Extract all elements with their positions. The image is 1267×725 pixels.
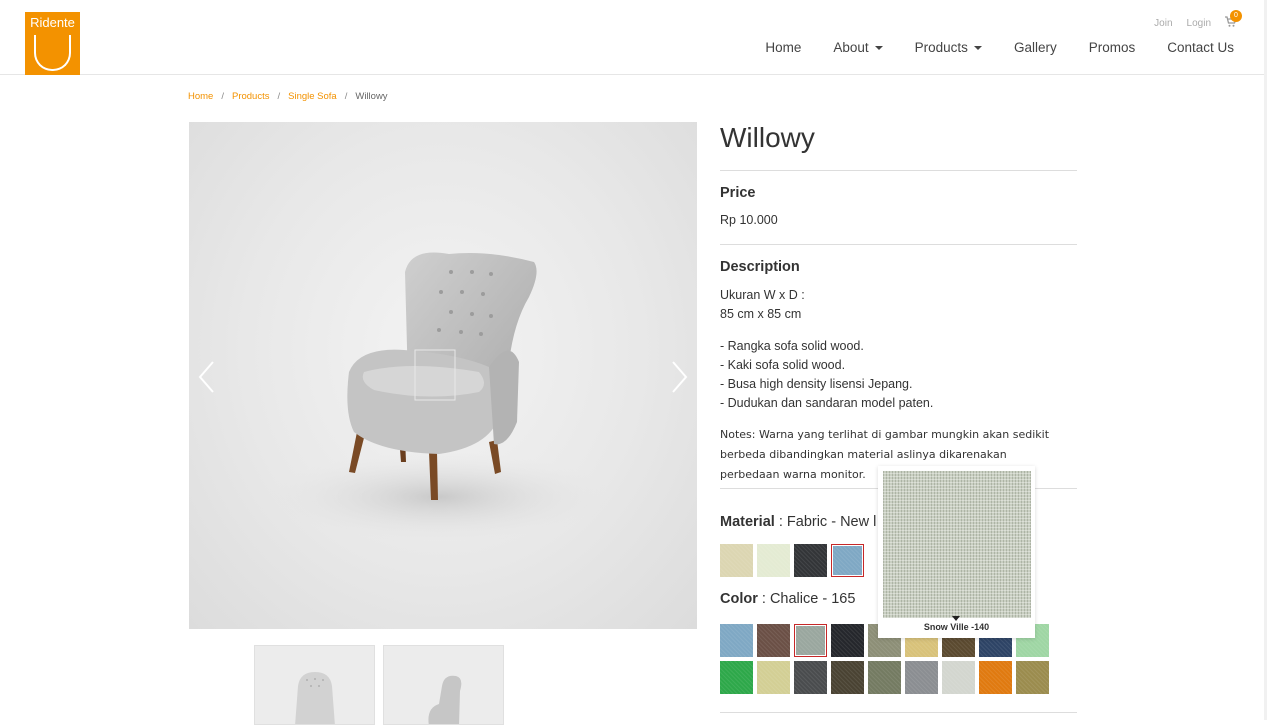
material-swatch-2[interactable] (794, 544, 827, 577)
color-line: Color : Chalice - 165 (720, 591, 855, 607)
color-label: Color (720, 591, 758, 607)
description-section: Description Ukuran W x D : 85 cm x 85 cm… (720, 245, 1077, 485)
swatch-preview-tooltip: Snow Ville -140 (878, 466, 1035, 638)
color-swatch-row1-2[interactable] (794, 624, 827, 657)
color-swatch-row2-6[interactable] (942, 661, 975, 694)
join-link[interactable]: Join (1154, 18, 1172, 29)
swatch-preview-image (883, 471, 1031, 618)
armchair-thumb-side (428, 675, 462, 724)
nav-about[interactable]: About (833, 40, 883, 55)
caret-down-icon (973, 45, 982, 50)
top-links: Join Login 0 (1154, 10, 1242, 30)
color-swatch-row2-8[interactable] (1016, 661, 1049, 694)
breadcrumb-separator: / (221, 91, 224, 102)
material-label: Material (720, 514, 775, 530)
nav-products[interactable]: Products (915, 40, 982, 55)
material-value: : Fabric - New l (774, 514, 877, 530)
size-value: 85 cm x 85 cm (720, 307, 802, 321)
carousel-prev-icon[interactable] (197, 360, 217, 394)
description-label: Description (720, 259, 800, 275)
color-swatches-row-2 (720, 661, 1049, 694)
material-swatch-0[interactable] (720, 544, 753, 577)
logo-u-shape (34, 35, 71, 71)
brand-logo[interactable]: Ridente (25, 12, 80, 75)
feature-item: - Busa high density lisensi Jepang. (720, 377, 913, 391)
product-title: Willowy (720, 122, 815, 153)
color-swatch-row2-7[interactable] (979, 661, 1012, 694)
color-value: : Chalice - 165 (757, 591, 856, 607)
tooltip-pointer-icon (952, 616, 960, 621)
swatch-preview-label: Snow Ville -140 (923, 622, 990, 632)
price-label: Price (720, 185, 756, 201)
color-swatch-row2-0[interactable] (720, 661, 753, 694)
color-swatch-row1-3[interactable] (831, 624, 864, 657)
color-swatch-row2-5[interactable] (905, 661, 938, 694)
price-section: Price Rp 10.000 (720, 171, 1077, 244)
nav-gallery[interactable]: Gallery (1014, 40, 1057, 55)
feature-item: - Kaki sofa solid wood. (720, 358, 846, 372)
breadcrumb-separator: / (344, 91, 348, 102)
thumbnail-front[interactable] (254, 645, 375, 725)
feature-item: - Dudukan dan sandaran model paten. (720, 396, 934, 410)
breadcrumb-category[interactable]: Single Sofa (288, 91, 337, 102)
carousel-next-icon[interactable] (669, 360, 689, 394)
thumbnail-side[interactable] (383, 645, 504, 725)
nav-home[interactable]: Home (765, 40, 801, 55)
caret-down-icon (874, 45, 883, 50)
breadcrumb: Home / Products / Single Sofa / Willowy (188, 91, 388, 102)
nav-promos[interactable]: Promos (1089, 40, 1136, 55)
cart-icon[interactable]: 0 (1225, 10, 1242, 30)
nav-contact[interactable]: Contact Us (1167, 40, 1234, 55)
site-header: Ridente Join Login 0 Home About Products… (0, 0, 1267, 75)
armchair-thumb-front (295, 672, 335, 724)
breadcrumb-separator: / (277, 91, 281, 102)
price-value: Rp 10.000 (720, 213, 778, 227)
breadcrumb-current: Willowy (355, 91, 388, 102)
color-swatch-row1-1[interactable] (757, 624, 790, 657)
material-swatches (720, 544, 864, 577)
breadcrumb-products[interactable]: Products (232, 91, 270, 102)
login-link[interactable]: Login (1187, 18, 1211, 29)
breadcrumb-home[interactable]: Home (188, 91, 213, 102)
feature-item: - Rangka sofa solid wood. (720, 339, 864, 353)
thumbnail-strip (254, 645, 504, 725)
size-label: Ukuran W x D : (720, 288, 805, 302)
color-swatch-row2-1[interactable] (757, 661, 790, 694)
material-swatch-1[interactable] (757, 544, 790, 577)
product-image-carousel[interactable] (189, 122, 697, 629)
color-swatch-row2-4[interactable] (868, 661, 901, 694)
material-swatch-3[interactable] (831, 544, 864, 577)
color-swatch-row2-2[interactable] (794, 661, 827, 694)
divider (720, 712, 1077, 713)
color-swatch-row2-3[interactable] (831, 661, 864, 694)
cart-count-badge: 0 (1230, 10, 1242, 22)
armchair-image (264, 252, 614, 542)
main-nav: Home About Products Gallery Promos Conta… (733, 40, 1234, 55)
color-swatch-row1-0[interactable] (720, 624, 753, 657)
logo-text: Ridente (30, 15, 75, 30)
